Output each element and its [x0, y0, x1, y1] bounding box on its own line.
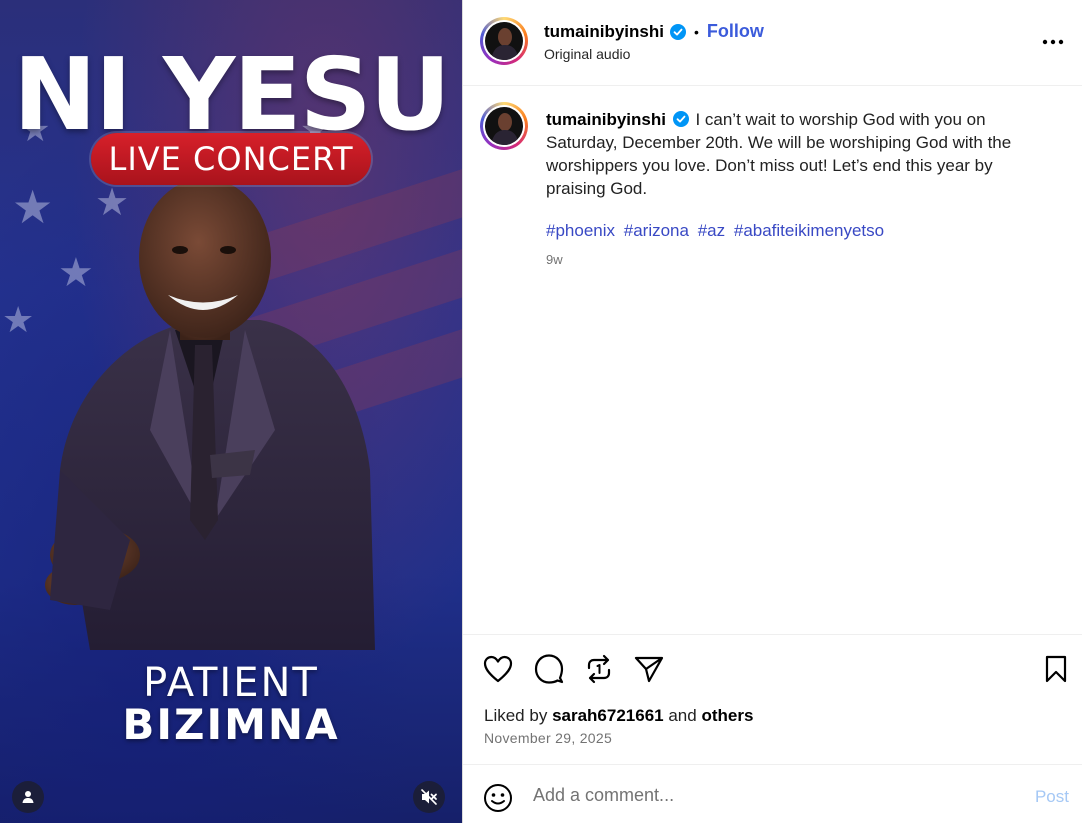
more-options-button[interactable]	[1037, 26, 1069, 58]
comment-input[interactable]	[533, 781, 993, 809]
bookmark-icon	[1045, 655, 1067, 683]
liked-by-others-link[interactable]: others	[701, 706, 753, 725]
caption-author-avatar[interactable]	[480, 102, 528, 150]
share-button[interactable]	[633, 653, 665, 685]
hashtag-link[interactable]: #az	[698, 221, 725, 240]
poster-artist-last-name: BIZIMNA	[122, 700, 340, 749]
post-header: tumainibyinshi • Follow Original audio	[463, 0, 1082, 86]
hashtag-list: #phoenix #arizona #az #abafiteikimenyets…	[546, 221, 888, 241]
post-media[interactable]: ★ ★ ★ ★ ★ ★ NI YESU LIVE CONCERT PATIENT…	[0, 0, 462, 823]
likes-prefix: Liked by	[484, 706, 548, 725]
emoji-button[interactable]	[482, 782, 514, 814]
hashtag-link[interactable]: #phoenix	[546, 221, 615, 240]
verified-badge-icon	[669, 23, 686, 40]
comment-bar: Post	[463, 764, 1082, 823]
liked-by-user-link[interactable]: sarah6721661	[552, 706, 664, 725]
speaker-muted-icon	[421, 789, 437, 805]
like-button[interactable]	[482, 653, 514, 685]
post-comment-button[interactable]: Post	[1035, 787, 1069, 807]
repost-icon	[587, 654, 611, 684]
mute-button[interactable]	[413, 781, 445, 813]
tagged-users-button[interactable]	[12, 781, 44, 813]
verified-badge-icon	[672, 111, 689, 127]
separator-dot: •	[693, 23, 699, 40]
author-avatar[interactable]	[480, 17, 528, 65]
hashtag-link[interactable]: #abafiteikimenyetso	[734, 221, 884, 240]
post-date[interactable]: November 29, 2025	[484, 730, 612, 746]
send-icon	[634, 656, 664, 683]
post-details-panel: tumainibyinshi • Follow Original audio t…	[462, 0, 1082, 823]
audio-label[interactable]: Original audio	[544, 46, 630, 62]
post-age[interactable]: 9w	[546, 252, 563, 267]
caption-username[interactable]: tumainibyinshi	[546, 110, 666, 129]
post-caption: tumainibyinshi I can’t wait to worship G…	[546, 108, 1046, 200]
likes-and: and	[668, 706, 697, 725]
repost-button[interactable]	[583, 653, 615, 685]
author-username[interactable]: tumainibyinshi	[544, 22, 664, 42]
emoji-icon	[484, 784, 512, 812]
more-horizontal-icon	[1042, 39, 1064, 45]
comment-icon	[534, 654, 564, 684]
comment-button[interactable]	[533, 653, 565, 685]
follow-button[interactable]: Follow	[707, 21, 764, 42]
save-button[interactable]	[1040, 653, 1072, 685]
person-icon	[22, 791, 34, 803]
likes-summary: Liked by sarah6721661 and others	[484, 706, 753, 726]
heart-icon	[483, 655, 513, 683]
poster-subtitle: LIVE CONCERT	[91, 133, 371, 185]
hashtag-link[interactable]: #arizona	[624, 221, 689, 240]
